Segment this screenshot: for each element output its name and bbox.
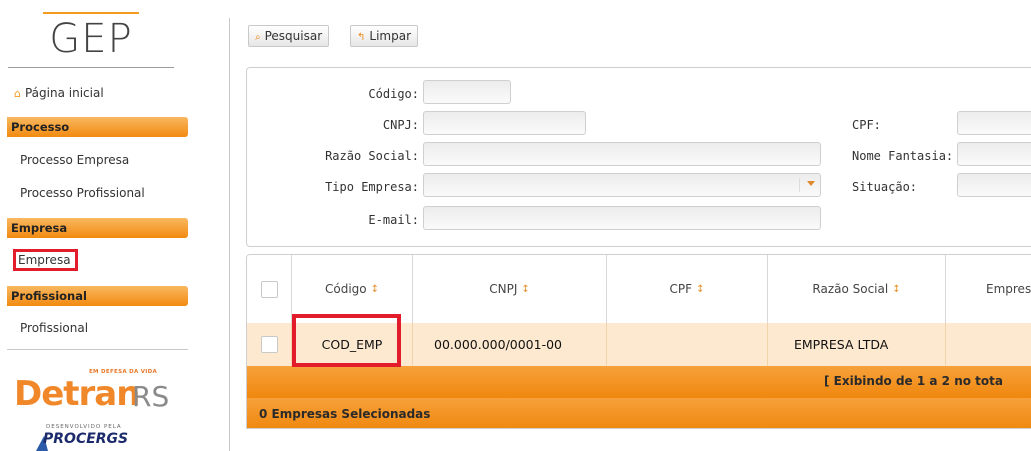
- cnpj-input[interactable]: [423, 111, 586, 135]
- selection-bar: 0 Empresas Selecionadas: [247, 398, 1031, 428]
- column-header-label: CNPJ: [489, 282, 518, 296]
- sidebar-item-empresa[interactable]: Empresa: [13, 249, 78, 271]
- cell-empresa[interactable]: [946, 323, 1031, 366]
- email-label: E-mail:: [368, 213, 419, 227]
- home-label: Página inicial: [24, 86, 104, 100]
- row-select-cell: [247, 323, 292, 366]
- sidebar-item-profissional[interactable]: Profissional: [20, 321, 88, 335]
- grid-header: Código↕ CNPJ↕ CPF↕ Razão Social↕ Empresa: [247, 255, 1031, 323]
- cell-razao-social[interactable]: EMPRESA LTDA: [768, 323, 946, 366]
- column-header-cnpj[interactable]: CNPJ ↕: [413, 255, 607, 323]
- column-header-empresa[interactable]: Empresa: [946, 255, 1031, 323]
- sidebar-item-processo-profissional[interactable]: Processo Profissional: [20, 186, 145, 200]
- column-header-label: CPF: [669, 282, 693, 296]
- sidebar-divider: [7, 349, 188, 350]
- section-empresa[interactable]: Empresa: [7, 218, 188, 238]
- filter-panel: Código: CNPJ: CPF: Razão Social: Nome Fa…: [246, 67, 1031, 247]
- section-processo[interactable]: Processo: [7, 117, 188, 137]
- cell-cnpj[interactable]: 00.000.000/0001-00: [413, 323, 607, 366]
- section-profissional[interactable]: Profissional: [7, 286, 188, 306]
- nome-fantasia-label: Nome Fantasia:: [852, 149, 954, 163]
- sort-icon: ↕: [892, 283, 901, 295]
- tipo-empresa-label: Tipo Empresa:: [325, 180, 419, 194]
- pagination-bar: [ Exibindo de 1 a 2 no tota: [247, 366, 1031, 398]
- procergs-logo: PROCERGS: [43, 431, 129, 447]
- search-icon: ⌕: [255, 32, 261, 43]
- select-all-cell: [247, 255, 292, 323]
- column-header-label: Código: [324, 282, 367, 296]
- logo-divider: [8, 67, 174, 68]
- gep-logo: GEP: [8, 12, 174, 68]
- razao-social-label: Razão Social:: [325, 149, 419, 163]
- sort-icon: ↕: [521, 283, 530, 295]
- sidebar-item-processo-empresa[interactable]: Processo Empresa: [20, 153, 129, 167]
- sidebar: GEP ⌂ Página inicial Processo Processo Em…: [0, 0, 188, 451]
- undo-icon: ↰: [357, 32, 366, 43]
- clear-button-label: Limpar: [369, 29, 412, 43]
- column-header-codigo[interactable]: Código ↕: [292, 255, 413, 323]
- home-icon: ⌂: [14, 87, 21, 100]
- razao-social-input[interactable]: [423, 142, 821, 166]
- highlight-box: [292, 314, 401, 367]
- tipo-empresa-select[interactable]: [423, 173, 821, 197]
- logo-text: GEP: [49, 16, 133, 62]
- column-header-label: Empresa: [986, 282, 1031, 296]
- pagination-info: [ Exibindo de 1 a 2 no tota: [824, 374, 1003, 388]
- selection-count: 0 Empresas Selecionadas: [259, 407, 431, 421]
- sort-icon: ↕: [370, 283, 380, 295]
- logo-accent-bar: [43, 12, 139, 14]
- home-link[interactable]: ⌂ Página inicial: [14, 86, 104, 100]
- column-header-razao-social[interactable]: Razão Social ↕: [768, 255, 946, 323]
- detran-word: Detran: [14, 374, 140, 414]
- cnpj-label: CNPJ:: [382, 118, 419, 132]
- search-button[interactable]: ⌕ Pesquisar: [248, 25, 330, 47]
- detran-suffix: RS: [132, 380, 170, 413]
- column-header-label: Razão Social: [812, 282, 889, 296]
- search-button-label: Pesquisar: [264, 29, 323, 43]
- sort-icon: ↕: [696, 283, 705, 295]
- select-all-checkbox[interactable]: [260, 280, 278, 298]
- cpf-label: CPF:: [852, 118, 881, 132]
- select-divider: [799, 178, 800, 192]
- detran-logo: EM DEFESA DA VIDA Detran RS: [14, 369, 170, 414]
- codigo-input[interactable]: [423, 80, 511, 104]
- nome-fantasia-input[interactable]: [957, 142, 1031, 166]
- developer-label: DESENVOLVIDO PELA: [46, 424, 122, 430]
- row-checkbox[interactable]: [260, 336, 278, 353]
- column-header-cpf[interactable]: CPF ↕: [607, 255, 768, 323]
- email-input[interactable]: [423, 206, 821, 230]
- chevron-down-icon: [807, 181, 815, 186]
- cell-cpf[interactable]: [607, 323, 768, 366]
- situacao-label: Situação:: [852, 180, 918, 194]
- codigo-label: Código:: [368, 87, 419, 101]
- situacao-input[interactable]: [957, 173, 1031, 197]
- cpf-input[interactable]: [957, 111, 1031, 135]
- content-divider: [229, 18, 230, 451]
- clear-button[interactable]: ↰ Limpar: [350, 25, 419, 47]
